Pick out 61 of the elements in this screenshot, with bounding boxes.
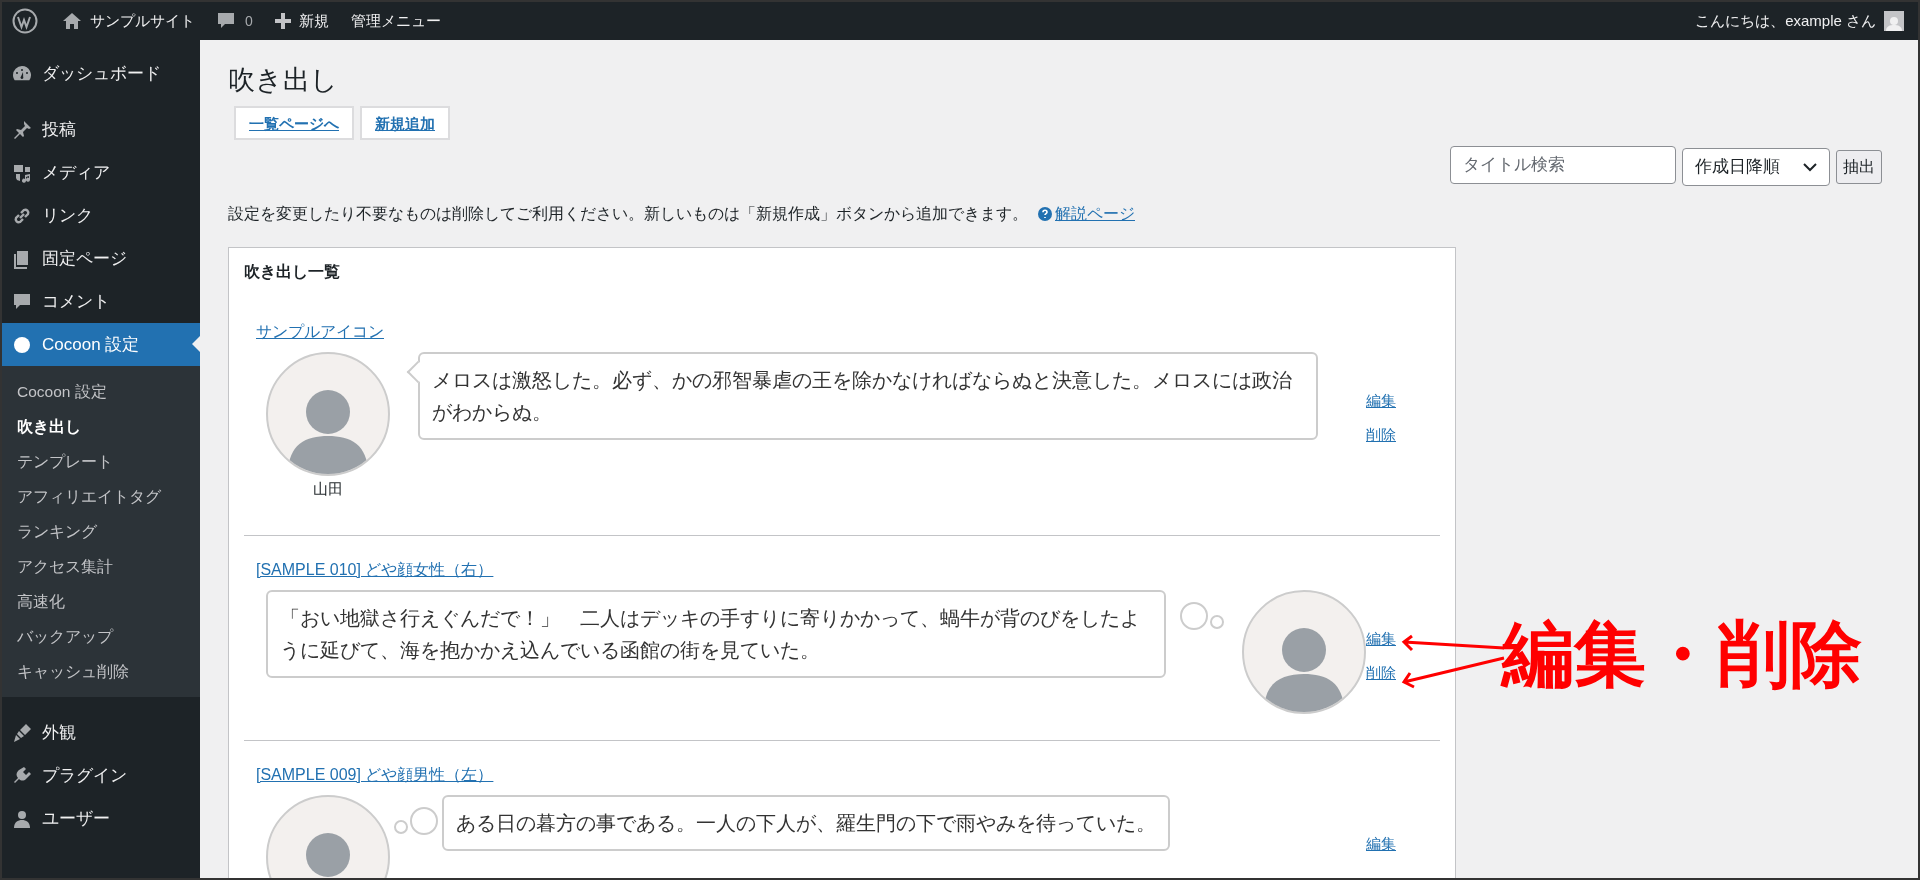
balloon-title-link[interactable]: [SAMPLE 009] どや顔男性（左） <box>256 763 494 786</box>
wordpress-logo-icon <box>12 8 38 34</box>
submenu-item[interactable]: アフィリエイトタグ <box>2 479 200 514</box>
sidebar-menu-item[interactable]: 固定ページ <box>2 237 200 280</box>
action-link[interactable]: 編集 <box>1366 390 1396 413</box>
admin-menu-link[interactable]: 管理メニュー <box>350 9 441 33</box>
new-link[interactable]: 新規 <box>274 9 329 33</box>
sidebar-menu-item[interactable]: 投稿 <box>2 108 200 151</box>
plug-icon <box>12 765 32 786</box>
annotation-text: 編集・削除 <box>1502 614 1862 694</box>
comment-icon <box>12 291 32 312</box>
card-title: 吹き出し一覧 <box>244 262 341 283</box>
paintbrush-icon <box>12 722 32 743</box>
filter-button[interactable]: 抽出 <box>1836 150 1882 184</box>
speech-bubble: ある日の暮方の事である。一人の下人が、羅生門の下で雨やみを待っていた。 <box>442 794 1170 851</box>
submenu-item[interactable]: キャッシュ削除 <box>2 654 200 689</box>
page-link-button[interactable]: 一覧ページへ <box>234 106 354 140</box>
action-link[interactable]: 削除 <box>1366 661 1396 684</box>
speech-bubble: 「おい地獄さ行えぐんだで！」 二人はデッキの手すりに寄りかかって、蝸牛が背のびをしたように延びて、海を抱かかえ込んでいる函館の街を見ていた。 <box>266 589 1166 678</box>
action-link[interactable]: 編集 <box>1366 832 1396 855</box>
submenu-item[interactable]: Cocoon 設定 <box>2 374 200 409</box>
thought-bubble-dots-icon <box>394 806 438 835</box>
chevron-down-icon <box>1803 162 1817 172</box>
submenu-item[interactable]: バックアップ <box>2 619 200 654</box>
sidebar-menu-item[interactable]: Cocoon 設定 <box>2 323 200 366</box>
submenu-item[interactable]: ランキング <box>2 514 200 549</box>
sidebar-menu-item[interactable]: プラグイン <box>2 754 200 797</box>
current-pointer-icon <box>192 336 200 352</box>
sidebar-menu-item[interactable]: コメント <box>2 280 200 323</box>
description-text: 設定を変更したり不要なものは削除してご利用ください。新しいものは「新規作成」ボタンから追加できます。 <box>228 204 1028 224</box>
submenu-item[interactable]: 吹き出し <box>2 409 200 444</box>
balloon-title-link[interactable]: サンプルアイコン <box>256 321 384 344</box>
sidebar-menu-item[interactable]: リンク <box>2 194 200 237</box>
page-title: 吹き出し <box>228 64 339 97</box>
comments-link[interactable]: 0 <box>217 10 253 32</box>
balloon-title-link[interactable]: [SAMPLE 010] どや顔女性（右） <box>256 558 494 581</box>
sidebar-menu-item[interactable]: メディア <box>2 151 200 194</box>
link-icon <box>12 205 32 226</box>
action-link[interactable]: 編集 <box>1366 627 1396 650</box>
account-link[interactable]: こんにちは、example さん <box>1695 9 1904 33</box>
thought-bubble-dots-icon <box>1180 601 1224 630</box>
site-name-link[interactable]: サンプルサイト <box>62 9 195 33</box>
pushpin-icon <box>12 119 32 140</box>
user-icon <box>12 808 32 829</box>
action-link[interactable]: 削除 <box>1366 424 1396 447</box>
speaker-name: 山田 <box>313 479 343 500</box>
help-icon <box>1038 206 1052 221</box>
page-link-button[interactable]: 新規追加 <box>360 106 450 140</box>
sidebar-menu-item[interactable]: ダッシュボード <box>2 52 200 95</box>
sidebar-menu-item[interactable]: ユーザー <box>2 797 200 840</box>
submenu-item[interactable]: アクセス集計 <box>2 549 200 584</box>
sidebar-menu-item[interactable]: 外観 <box>2 711 200 754</box>
plus-icon <box>274 13 291 29</box>
search-field[interactable]: タイトル検索 <box>1450 146 1676 184</box>
submenu-item[interactable]: 高速化 <box>2 584 200 619</box>
home-icon <box>62 12 82 30</box>
submenu-item[interactable]: テンプレート <box>2 444 200 479</box>
media-icon <box>12 162 32 183</box>
comment-icon <box>217 12 235 30</box>
circle-icon <box>12 334 32 355</box>
sort-dropdown[interactable]: 作成日降順 <box>1682 148 1830 186</box>
